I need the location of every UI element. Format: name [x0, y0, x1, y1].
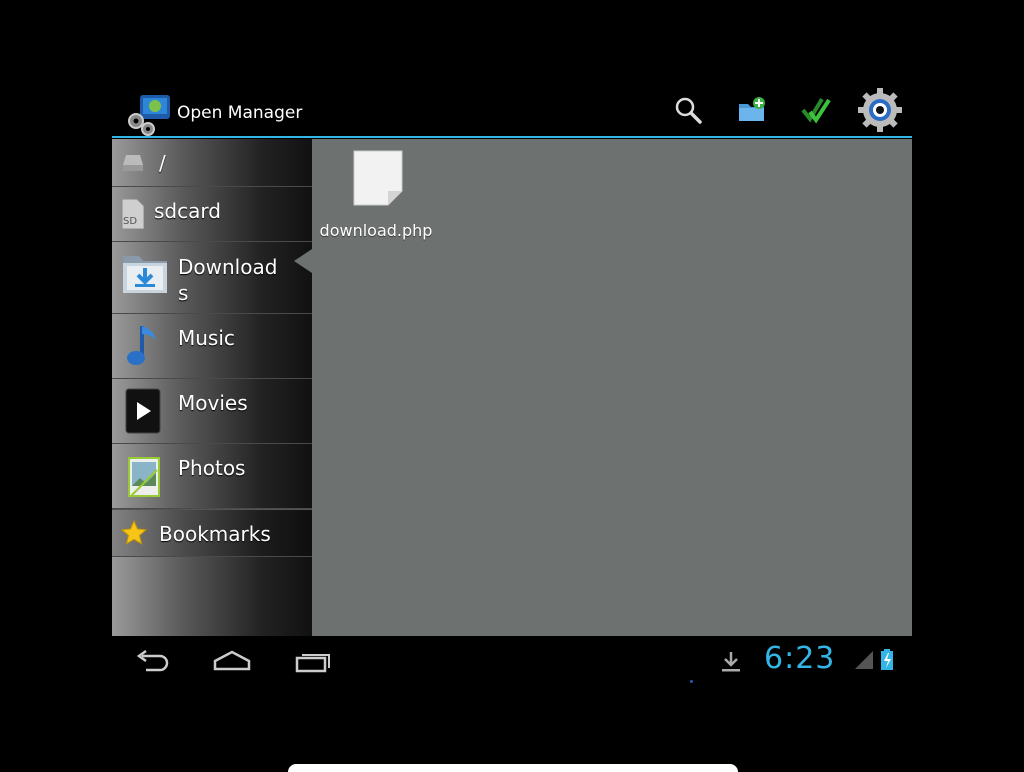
download-status-icon	[720, 650, 742, 678]
search-icon	[673, 95, 703, 129]
app-window: Open Manager / SD sdcard Download s Musi…	[112, 86, 912, 636]
download-folder-icon	[121, 250, 169, 300]
back-button[interactable]	[134, 649, 170, 678]
system-bar: 6:23	[112, 636, 912, 688]
root-drive-icon	[122, 153, 144, 177]
sidebar-item-bookmarks[interactable]: Bookmarks	[112, 509, 312, 557]
star-icon	[120, 519, 148, 551]
sidebar-item-label: Movies	[178, 391, 248, 415]
sidebar-item-label: Music	[178, 326, 235, 350]
recents-icon	[295, 654, 331, 678]
checkmarks-icon	[800, 94, 832, 130]
sidebar-item-label: Download s	[178, 255, 278, 305]
new-folder-icon	[737, 96, 767, 128]
bottom-edge-element	[288, 764, 738, 772]
sidebar-item-sdcard[interactable]: SD sdcard	[112, 187, 312, 242]
clock: 6:23	[764, 641, 836, 676]
file-name: download.php	[319, 221, 433, 240]
gear-icon	[856, 86, 904, 138]
music-note-icon	[126, 322, 162, 374]
search-button[interactable]	[664, 90, 712, 134]
back-icon	[134, 649, 170, 678]
sidebar-item-music[interactable]: Music	[112, 314, 312, 379]
signal-icon	[854, 650, 874, 674]
sidebar-item-label: sdcard	[154, 199, 221, 223]
file-item[interactable]: download.php	[316, 149, 436, 240]
new-folder-button[interactable]	[728, 90, 776, 134]
action-bar: Open Manager	[112, 86, 912, 138]
recents-button[interactable]	[295, 650, 331, 678]
sidebar-item-label: /	[159, 151, 166, 175]
photo-icon	[127, 456, 161, 502]
sidebar-item-label: Photos	[178, 456, 246, 480]
home-button[interactable]	[212, 650, 252, 676]
play-icon	[125, 388, 163, 438]
status-dot	[690, 680, 693, 683]
multi-select-button[interactable]	[792, 90, 840, 134]
sidebar-item-photos[interactable]: Photos	[112, 444, 312, 509]
app-icon[interactable]	[124, 91, 172, 137]
home-icon	[212, 650, 252, 676]
sidebar: / SD sdcard Download s Music Movies Phot…	[112, 139, 312, 636]
selection-indicator	[294, 249, 312, 273]
document-icon	[352, 149, 404, 211]
sidebar-item-downloads[interactable]: Download s	[112, 242, 312, 314]
settings-button[interactable]	[856, 88, 904, 134]
sidebar-item-root[interactable]: /	[112, 139, 312, 187]
file-browser-content: download.php	[312, 139, 912, 636]
sidebar-item-movies[interactable]: Movies	[112, 379, 312, 444]
sidebar-item-label: Bookmarks	[159, 522, 271, 546]
app-title: Open Manager	[177, 103, 303, 123]
sdcard-icon: SD	[120, 198, 145, 233]
svg-text:SD: SD	[123, 216, 137, 227]
battery-charging-icon	[880, 649, 894, 675]
